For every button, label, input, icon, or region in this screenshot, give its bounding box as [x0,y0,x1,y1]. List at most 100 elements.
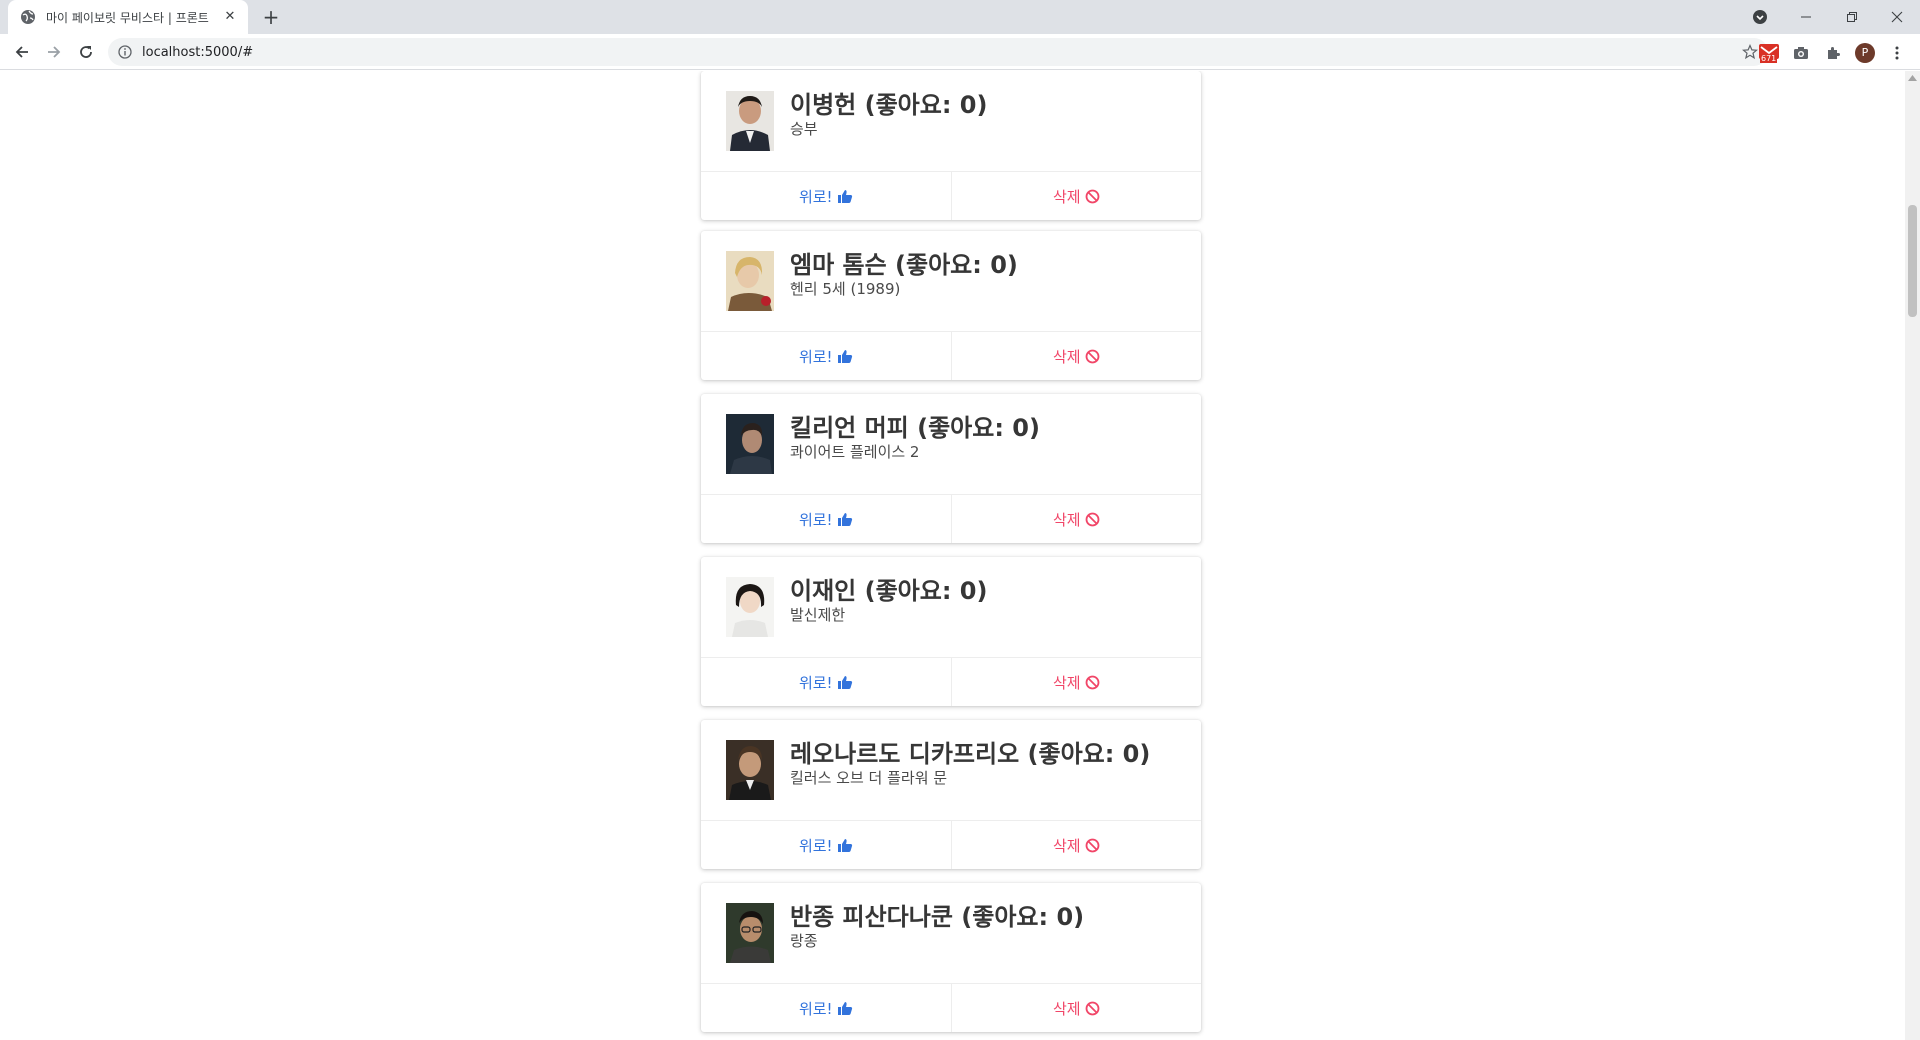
forward-button[interactable] [40,38,68,66]
like-button[interactable]: 위로! [701,332,951,380]
like-count: (좋아요: 0) [864,91,988,119]
delete-button[interactable]: 삭제 [950,821,1202,869]
avatar: P [1855,43,1875,63]
movie-title: 킬러스 오브 더 플라워 문 [790,769,948,787]
browser-tab[interactable]: 마이 페이보릿 무비스타 | 프론트 ✕ [8,0,248,34]
restore-button[interactable] [1829,0,1875,34]
new-tab-button[interactable]: + [259,5,283,29]
delete-button-label: 삭제 [1052,836,1081,855]
gmail-extension-button[interactable]: 671 [1758,42,1780,64]
star-name: 이재인 [790,577,857,605]
card-content: 반종 피산다나쿤 (좋아요: 0) 랑종 [701,883,1201,984]
like-count: (좋아요: 0) [864,577,988,605]
like-button[interactable]: 위로! [701,658,951,706]
card-title: 이재인 (좋아요: 0) [790,571,987,606]
ban-icon [1085,1001,1099,1015]
like-button-label: 위로! [798,999,833,1018]
ban-icon [1085,512,1099,526]
movie-title: 승부 [790,120,818,138]
card-title: 킬리언 머피 (좋아요: 0) [790,408,1040,443]
delete-button-label: 삭제 [1052,187,1081,206]
profile-button[interactable]: P [1854,42,1876,64]
movie-star-card: 이재인 (좋아요: 0) 발신제한 위로! 삭제 [701,557,1201,706]
like-button-label: 위로! [798,187,833,206]
like-button-label: 위로! [798,347,833,366]
card-content: 킬리언 머피 (좋아요: 0) 콰이어트 플레이스 2 [701,394,1201,495]
movie-star-card: 킬리언 머피 (좋아요: 0) 콰이어트 플레이스 2 위로! 삭제 [701,394,1201,543]
actor-photo [726,414,774,474]
card-footer: 위로! 삭제 [701,984,1201,1032]
thumbs-up-icon [837,675,852,689]
like-button[interactable]: 위로! [701,821,951,869]
back-button[interactable] [8,38,36,66]
delete-button[interactable]: 삭제 [950,332,1202,380]
menu-button[interactable] [1886,42,1908,64]
delete-button[interactable]: 삭제 [950,984,1202,1032]
movie-title: 헨리 5세 (1989) [790,280,901,298]
star-name: 엠마 톰슨 [790,251,887,279]
address-url: localhost:5000/# [142,44,254,60]
actor-photo [726,577,774,637]
extensions-button[interactable] [1822,42,1844,64]
card-content: 레오나르도 디카프리오 (좋아요: 0) 킬러스 오브 더 플라워 문 [701,720,1201,821]
card-title: 레오나르도 디카프리오 (좋아요: 0) [790,734,1150,769]
close-window-button[interactable] [1874,0,1920,34]
movie-star-card: 이병헌 (좋아요: 0) 승부 위로! 삭제 [701,71,1201,220]
thumbs-up-icon [837,349,852,363]
reload-icon [80,46,92,58]
like-button[interactable]: 위로! [701,984,951,1032]
movie-title: 발신제한 [790,606,846,624]
card-footer: 위로! 삭제 [701,332,1201,380]
camera-icon [1794,47,1808,59]
actor-photo [726,903,774,963]
page-viewport: 이병헌 (좋아요: 0) 승부 위로! 삭제 엠마 톰슨 (좋아요: 0) 헨리… [0,71,1905,1040]
globe-icon [21,10,35,24]
reload-button[interactable] [72,38,100,66]
card-footer: 위로! 삭제 [701,658,1201,706]
ban-icon [1085,189,1099,203]
delete-button-label: 삭제 [1052,510,1081,529]
delete-button-label: 삭제 [1052,673,1081,692]
tab-close-icon[interactable]: ✕ [222,9,238,25]
close-icon [1891,11,1903,23]
minimize-button[interactable] [1783,0,1829,34]
scrollbar-thumb[interactable] [1908,205,1917,317]
extension-badge: 671 [1760,54,1778,63]
like-button-label: 위로! [798,510,833,529]
like-button-label: 위로! [798,836,833,855]
address-bar[interactable]: localhost:5000/# [108,38,1768,66]
info-icon [118,45,132,59]
delete-button[interactable]: 삭제 [950,495,1202,543]
card-title: 엠마 톰슨 (좋아요: 0) [790,245,1018,280]
restore-icon [1847,12,1857,22]
scroll-up-arrow-icon[interactable] [1908,75,1917,81]
arrow-left-icon [15,46,28,58]
delete-button[interactable]: 삭제 [950,172,1202,220]
card-content: 이재인 (좋아요: 0) 발신제한 [701,557,1201,658]
like-button[interactable]: 위로! [701,172,951,220]
screenshot-extension-button[interactable] [1790,42,1812,64]
ban-icon [1085,349,1099,363]
movie-title: 콰이어트 플레이스 2 [790,443,920,461]
like-button[interactable]: 위로! [701,495,951,543]
card-title: 이병헌 (좋아요: 0) [790,85,987,120]
star-name: 이병헌 [790,91,857,119]
thumbs-up-icon [837,1001,852,1015]
delete-button-label: 삭제 [1052,999,1081,1018]
movie-star-card: 반종 피산다나쿤 (좋아요: 0) 랑종 위로! 삭제 [701,883,1201,1032]
ban-icon [1085,838,1099,852]
card-footer: 위로! 삭제 [701,821,1201,869]
thumbs-up-icon [837,838,852,852]
like-count: (좋아요: 0) [1027,740,1151,768]
movie-title: 랑종 [790,932,818,950]
actor-photo [726,91,774,151]
chevron-down-circle-icon [1753,10,1767,24]
delete-button-label: 삭제 [1052,347,1081,366]
delete-button[interactable]: 삭제 [950,658,1202,706]
movie-star-card: 레오나르도 디카프리오 (좋아요: 0) 킬러스 오브 더 플라워 문 위로! … [701,720,1201,869]
star-icon[interactable] [1742,44,1758,60]
arrow-right-icon [48,46,61,58]
tab-search-button[interactable] [1737,0,1783,34]
like-count: (좋아요: 0) [917,414,1040,442]
puzzle-icon [1828,47,1840,59]
